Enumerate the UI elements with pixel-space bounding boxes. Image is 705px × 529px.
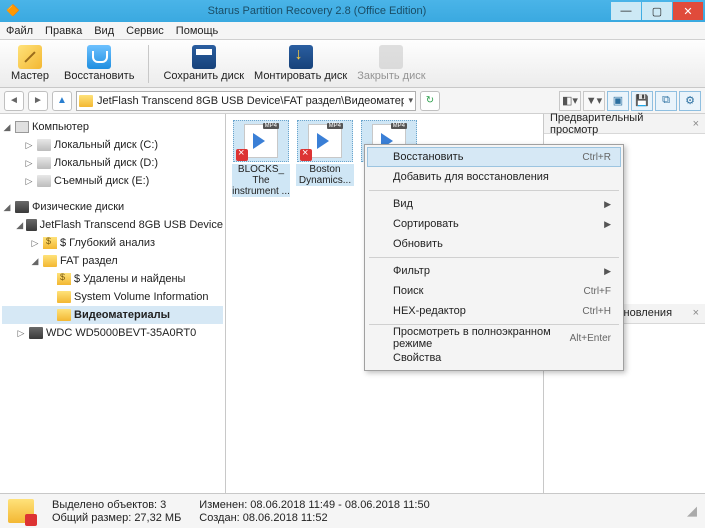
tree-fat[interactable]: ◢FAT раздел — [2, 252, 223, 270]
close-panel-icon[interactable]: × — [693, 307, 699, 319]
panel-btn-3[interactable]: ⧉ — [655, 91, 677, 111]
tree-computer[interactable]: ◢Компьютер — [2, 118, 223, 136]
close-button[interactable]: ✕ — [673, 2, 703, 20]
back-button[interactable]: ◄ — [4, 91, 24, 111]
ctx-view[interactable]: Вид▶ — [367, 194, 621, 214]
deleted-badge-icon — [300, 149, 312, 161]
file-item-1[interactable]: BLOCKS_ The instrument ... — [232, 120, 290, 197]
status-folder-icon — [8, 499, 34, 523]
submenu-arrow-icon: ▶ — [604, 219, 611, 230]
file-item-2[interactable]: Boston Dynamics... — [296, 120, 354, 197]
separator — [369, 324, 619, 325]
titlebar: 🔶 Starus Partition Recovery 2.8 (Office … — [0, 0, 705, 22]
tree-usb[interactable]: ◢JetFlash Transcend 8GB USB Device — [2, 216, 223, 234]
menu-view[interactable]: Вид — [94, 25, 114, 37]
wizard-button[interactable]: Мастер — [6, 42, 54, 86]
menubar: Файл Правка Вид Сервис Помощь — [0, 22, 705, 40]
drive-icon — [37, 139, 51, 151]
analysis-icon — [43, 237, 57, 249]
menu-edit[interactable]: Правка — [45, 25, 82, 37]
deleted-badge-icon — [236, 149, 248, 161]
hdd-icon — [26, 219, 36, 231]
up-button[interactable]: ▲ — [52, 91, 72, 111]
tree-delfound[interactable]: $ Удалены и найдены — [2, 270, 223, 288]
folder-icon — [57, 291, 71, 303]
minimize-button[interactable]: — — [611, 2, 641, 20]
address-dropdown-icon[interactable]: ▾ — [408, 95, 413, 106]
drive-icon — [37, 157, 51, 169]
tree-physical[interactable]: ◢Физические диски — [2, 198, 223, 216]
ctx-search[interactable]: ПоискCtrl+F — [367, 281, 621, 301]
save-icon — [192, 45, 216, 69]
pc-icon — [15, 121, 29, 133]
context-menu: ВосстановитьCtrl+R Добавить для восстано… — [364, 144, 624, 371]
settings-button[interactable]: ⚙ — [679, 91, 701, 111]
mp4-icon — [308, 124, 342, 158]
hdd-icon — [15, 201, 29, 213]
ctx-hex: HEX-редакторCtrl+H — [367, 301, 621, 321]
ctx-fullscreen[interactable]: Просмотреть в полноэкранном режимеAlt+En… — [367, 328, 621, 348]
drive-icon — [37, 175, 51, 187]
mount-disk-button[interactable]: Монтировать диск — [254, 42, 347, 86]
menu-file[interactable]: Файл — [6, 25, 33, 37]
view-dropdown[interactable]: ◧▾ — [559, 91, 581, 111]
mount-icon — [289, 45, 313, 69]
recover-icon — [87, 45, 111, 69]
panel-btn-1[interactable]: ▣ — [607, 91, 629, 111]
submenu-arrow-icon: ▶ — [604, 266, 611, 277]
status-selected: Выделено объектов: 3 — [52, 499, 181, 511]
preview-panel-header: Предварительный просмотр× — [544, 114, 705, 134]
panel-btn-2[interactable]: 💾 — [631, 91, 653, 111]
address-bar[interactable]: ▾ — [76, 91, 416, 111]
status-created: Создан: 08.06.2018 11:52 — [199, 512, 429, 524]
ctx-recover[interactable]: ВосстановитьCtrl+R — [367, 147, 621, 167]
mp4-icon — [244, 124, 278, 158]
filter-dropdown[interactable]: ▼▾ — [583, 91, 605, 111]
separator — [369, 257, 619, 258]
maximize-button[interactable]: ▢ — [642, 2, 672, 20]
tree-video[interactable]: Видеоматериалы — [2, 306, 223, 324]
app-icon: 🔶 — [6, 4, 20, 18]
content-panel[interactable]: BLOCKS_ The instrument ... Boston Dynami… — [226, 114, 543, 493]
tree-local-d[interactable]: ▷Локальный диск (D:) — [2, 154, 223, 172]
ctx-refresh[interactable]: Обновить — [367, 234, 621, 254]
close-panel-icon[interactable]: × — [693, 118, 699, 130]
tree-deep[interactable]: ▷$ Глубокий анализ — [2, 234, 223, 252]
navbar: ◄ ► ▲ ▾ ↻ ◧▾ ▼▾ ▣ 💾 ⧉ ⚙ — [0, 88, 705, 114]
main-area: ◢Компьютер ▷Локальный диск (C:) ▷Локальн… — [0, 114, 705, 494]
refresh-button[interactable]: ↻ — [420, 91, 440, 111]
save-disk-button[interactable]: Сохранить диск — [163, 42, 244, 86]
tree-wdc[interactable]: ▷WDC WD5000BEVT-35A0RT0 — [2, 324, 223, 342]
window-title: Starus Partition Recovery 2.8 (Office Ed… — [24, 5, 610, 17]
ctx-add-for-recovery[interactable]: Добавить для восстановления — [367, 167, 621, 187]
toolbar: Мастер Восстановить Сохранить диск Монти… — [0, 40, 705, 88]
forward-button[interactable]: ► — [28, 91, 48, 111]
ctx-properties: Свойства — [367, 348, 621, 368]
folder-icon — [79, 95, 93, 107]
menu-help[interactable]: Помощь — [176, 25, 219, 37]
folder-icon — [43, 255, 57, 267]
address-input[interactable] — [97, 95, 404, 107]
ctx-sort[interactable]: Сортировать▶ — [367, 214, 621, 234]
menu-service[interactable]: Сервис — [126, 25, 164, 37]
folder-icon — [57, 309, 71, 321]
recover-button[interactable]: Восстановить — [64, 42, 134, 86]
separator — [369, 190, 619, 191]
tree-svi[interactable]: System Volume Information — [2, 288, 223, 306]
tree-rem-e[interactable]: ▷Съемный диск (E:) — [2, 172, 223, 190]
unmount-icon — [379, 45, 403, 69]
status-size: Общий размер: 27,32 МБ — [52, 512, 181, 524]
deleted-icon — [57, 273, 71, 285]
hdd-icon — [29, 327, 43, 339]
submenu-arrow-icon: ▶ — [604, 199, 611, 210]
tree-panel[interactable]: ◢Компьютер ▷Локальный диск (C:) ▷Локальн… — [0, 114, 226, 493]
tree-local-c[interactable]: ▷Локальный диск (C:) — [2, 136, 223, 154]
unmount-disk-button: Закрыть диск — [357, 42, 425, 86]
separator — [148, 45, 149, 83]
statusbar: Выделено объектов: 3 Общий размер: 27,32… — [0, 494, 705, 528]
ctx-filter[interactable]: Фильтр▶ — [367, 261, 621, 281]
wizard-icon — [18, 45, 42, 69]
resize-grip-icon[interactable]: ◢ — [687, 503, 697, 519]
status-modified: Изменен: 08.06.2018 11:49 - 08.06.2018 1… — [199, 499, 429, 511]
